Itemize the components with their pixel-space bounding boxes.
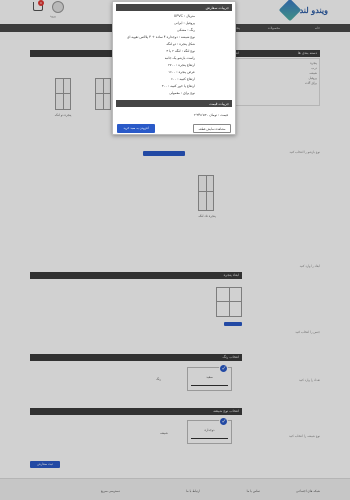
spec-row: متریال : UPVC bbox=[173, 14, 195, 18]
spec-row: ارتفاع پنجره : ۲۷۰۰ bbox=[167, 63, 195, 67]
view-parts-button[interactable]: مشاهده نمایش قطعه bbox=[193, 124, 231, 133]
spec-row: رنگ : مشکی bbox=[177, 28, 195, 32]
spec-row: راست بازشو یک جانبه bbox=[164, 56, 195, 60]
spec-row: پروفیل : ایرانی bbox=[174, 21, 195, 25]
add-to-cart-button[interactable]: افزودن به سبد خرید bbox=[117, 124, 155, 133]
price-text: قیمت : تومان ۲٬۳۴۸٬۵۳۰ bbox=[193, 113, 228, 117]
spec-row: ارتفاع پا خور کتیبه : ۳۰۰ bbox=[161, 84, 195, 88]
spec-title: جزییات سفارش bbox=[116, 4, 232, 11]
spec-row: نوع یراق : معمولی bbox=[169, 91, 195, 95]
price-title: جزییات قیمت bbox=[116, 100, 232, 107]
spec-row: نوع شیشه : دوجداره ۴ ساده + ۴ پلاکس تقوی… bbox=[126, 35, 195, 39]
spec-row: نوع لنگه : لنگه ۲ یا ۳ bbox=[166, 49, 195, 53]
spec-row: ارتفاع کتیبه : ۶۰۰ bbox=[171, 77, 195, 81]
spec-row: شکل پنجره : دو لنگه bbox=[166, 42, 195, 46]
order-details-modal: جزییات سفارش متریال : UPVC پروفیل : ایرا… bbox=[112, 1, 236, 135]
spec-row: عرض پنجره : ۱۶۰۰ bbox=[168, 70, 195, 74]
